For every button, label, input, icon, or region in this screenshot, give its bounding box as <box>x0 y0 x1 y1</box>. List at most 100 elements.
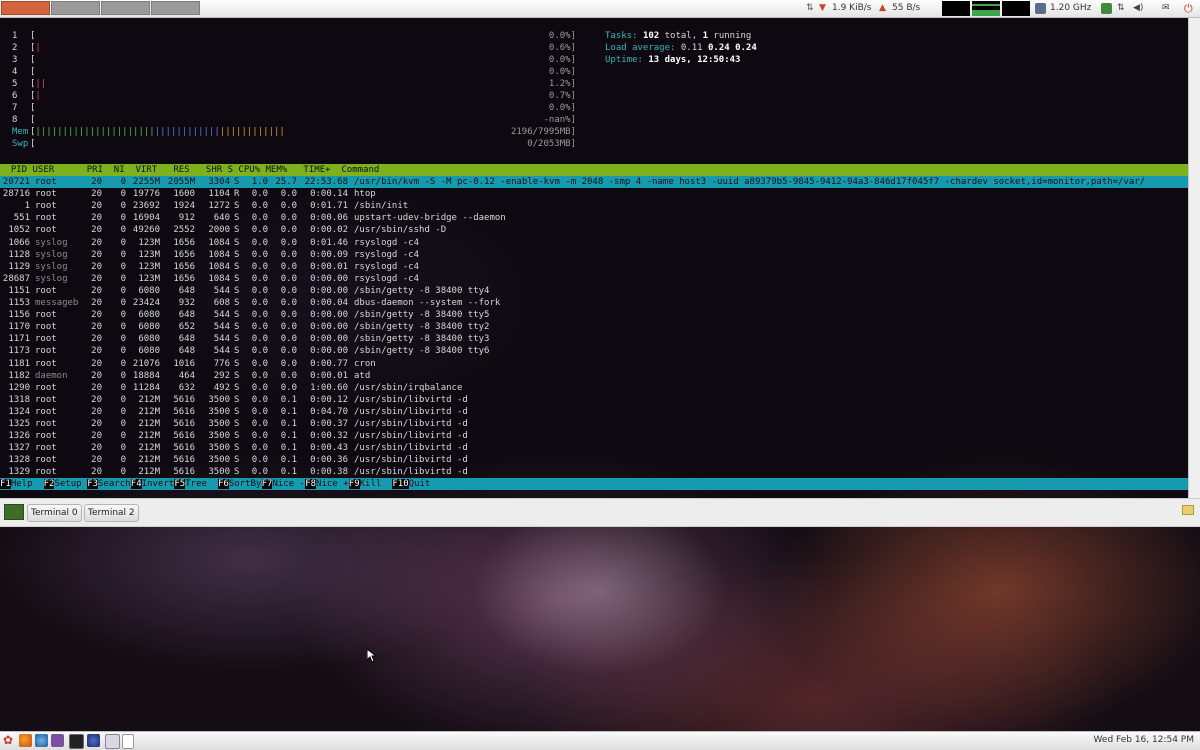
tab-terminal-2[interactable]: Terminal 2 <box>84 504 139 522</box>
process-res: 2552 <box>173 225 195 236</box>
process-s: S <box>234 455 240 466</box>
fkey-f4[interactable]: F4Invert <box>130 478 174 490</box>
fkey-f3[interactable]: F3Search <box>87 478 131 490</box>
fkey-f10[interactable]: F10Quit <box>392 478 430 490</box>
power-icon[interactable]: ⏻ <box>1184 2 1193 15</box>
process-virt: 6080 <box>138 346 160 357</box>
cpu-value: 0.0%] <box>548 55 576 65</box>
workspace-4[interactable] <box>151 1 200 15</box>
cpu-meter-7: 7 [0.0%] <box>0 102 578 114</box>
cpu-freq-value[interactable]: 1.20 GHz <box>1050 2 1091 15</box>
cpu-label: 4 <box>12 67 18 77</box>
firefox-icon[interactable] <box>19 734 32 747</box>
update-icon[interactable] <box>1101 3 1112 14</box>
process-row[interactable]: 1128 syslog 20 0 123M 1656 1084 S 0.0 0.0 0:00.09 r… <box>0 249 1188 261</box>
process-s: S <box>234 201 240 212</box>
process-row[interactable]: 1153 messageb 20 0 23424 932 608 S 0.0 0.0 0:00.04… <box>0 297 1188 309</box>
workspace-2[interactable] <box>51 1 100 15</box>
process-pid: 1173 <box>8 346 30 357</box>
folder-icon[interactable] <box>1182 505 1194 515</box>
process-row[interactable]: 1156 root 20 0 6080 648 544 S 0.0 0.0 0:00.00/sbin… <box>0 309 1188 321</box>
process-virt: 16904 <box>132 213 160 224</box>
process-virt: 19776 <box>132 189 160 200</box>
process-user: root <box>35 177 57 187</box>
process-s: S <box>234 443 240 454</box>
process-row[interactable]: 551 root 20 0 16904 912 640 S 0.0 0.0 0:00.06 upsta… <box>0 212 1188 224</box>
process-row[interactable]: 1052 root 20 0 49260 2552 2000 S 0.0 0.0 0:00.02/u… <box>0 224 1188 236</box>
workspace-1[interactable] <box>1 1 50 15</box>
process-cmd: /usr/bin/kvm -S -M pc-0.12 -enable-kvm -… <box>354 177 1146 187</box>
process-s: S <box>234 310 240 321</box>
process-virt: 123M <box>138 273 160 284</box>
volume-icon[interactable]: ◀) <box>1133 2 1143 15</box>
show-desktop-icon[interactable] <box>122 734 134 749</box>
terminal-launcher-icon[interactable] <box>69 734 84 749</box>
net-monitor-graph[interactable] <box>1002 1 1030 16</box>
terminal-scrollbar[interactable] <box>1188 18 1200 498</box>
fkey-f7[interactable]: F7Nice - <box>261 478 305 490</box>
mem-monitor-graph[interactable] <box>972 1 1000 16</box>
process-row[interactable]: 1173 root 20 0 6080 648 544 S 0.0 0.0 0:00.00/sbin… <box>0 345 1188 357</box>
process-virt: 123M <box>138 237 160 248</box>
process-s: S <box>234 273 240 284</box>
mail-icon[interactable]: ✉ <box>1162 2 1170 15</box>
media-icon[interactable] <box>51 734 64 747</box>
cpu-freq-icon[interactable] <box>1035 3 1046 14</box>
process-row[interactable]: 1318 root 20 0 212M 5616 3500 S 0.0 0.1 0:00.12/us… <box>0 394 1188 406</box>
process-pid: 1153 <box>8 298 30 308</box>
process-table-header[interactable]: PID USER PRI NI VIRT RES SHR S CPU% MEM%… <box>0 164 1188 176</box>
process-pri: 20 <box>91 334 102 345</box>
process-pri: 20 <box>91 406 102 417</box>
terminal-menu-icon[interactable] <box>4 504 24 520</box>
fkey-f6[interactable]: F6SortBy <box>218 478 261 490</box>
process-row[interactable]: 1325 root 20 0 212M 5616 3500 S 0.0 0.1 0:00.37/us… <box>0 418 1188 430</box>
process-row[interactable]: 20721 root 20 0 2255M 2055M 3304 S 1.0 25.7 22:53.… <box>0 176 1188 188</box>
tab-terminal-0[interactable]: Terminal 0 <box>27 504 82 522</box>
main-menu-icon[interactable]: ✿ <box>3 734 16 747</box>
process-cmd: /sbin/getty -8 38400 tty3 <box>354 334 490 345</box>
process-row[interactable]: 28716 root 20 0 19776 1600 1104 R 0.0 0.0 0:00.14 h… <box>0 188 1188 200</box>
process-row[interactable]: 1182 daemon 20 0 18884 464 292 S 0.0 0.0 0:00.01 at… <box>0 370 1188 382</box>
fkey-label: Setup <box>54 479 87 489</box>
process-ni: 0 <box>120 189 126 200</box>
fkey-f1[interactable]: F1Help <box>0 478 43 490</box>
browser-icon[interactable] <box>87 734 100 747</box>
process-cmd: /sbin/init <box>354 201 409 212</box>
process-row[interactable]: 1181 root 20 0 21076 1016 776 S 0.0 0.0 0:00.77 cro… <box>0 358 1188 370</box>
process-row[interactable]: 1326 root 20 0 212M 5616 3500 S 0.0 0.1 0:00.32/us… <box>0 430 1188 442</box>
process-row[interactable]: 1324 root 20 0 212M 5616 3500 S 0.0 0.1 0:04.70/us… <box>0 406 1188 418</box>
process-s: S <box>234 225 240 236</box>
process-row[interactable]: 1327 root 20 0 212M 5616 3500 S 0.0 0.1 0:00.43/us… <box>0 442 1188 454</box>
process-s: S <box>234 213 240 224</box>
cpu-meter-5: 5 [|| 1.2%] <box>0 78 578 90</box>
process-row[interactable]: 1066 syslog 20 0 123M 1656 1084 S 0.0 0.0 0:01.46 r… <box>0 237 1188 249</box>
process-row[interactable]: 1129 syslog 20 0 123M 1656 1084 S 0.0 0.0 0:00.01 r… <box>0 261 1188 273</box>
workspace-3[interactable] <box>101 1 150 15</box>
htop-terminal[interactable]: 1 [0.0%] 2 [| 0.6%] 3 [0.0%] 4 [0.0%] 5 [|| 1.2%] 6 [… <box>0 18 1188 498</box>
process-row[interactable]: 28687 syslog 20 0 123M 1656 1084 S 0.0 0.0 0:00.00… <box>0 273 1188 285</box>
thunderbird-icon[interactable] <box>35 734 48 747</box>
process-row[interactable]: 1328 root 20 0 212M 5616 3500 S 0.0 0.1 0:00.36/us… <box>0 454 1188 466</box>
network-icon[interactable]: ⇅ <box>1117 2 1125 15</box>
fkey-f8[interactable]: F8Nice + <box>305 478 349 490</box>
process-row[interactable]: 1 root 20 0 23692 1924 1272 S 0.0 0.0 0:01.71/sbin… <box>0 200 1188 212</box>
process-cmd: /usr/sbin/libvirtd -d <box>354 394 468 405</box>
process-mem: 0.0 <box>280 322 297 333</box>
process-row[interactable]: 1329 root 20 0 212M 5616 3500 S 0.0 0.1 0:00.38/us… <box>0 466 1188 478</box>
clock[interactable]: Wed Feb 16, 12:54 PM <box>1094 735 1194 745</box>
process-row[interactable]: 1171 root 20 0 6080 648 544 S 0.0 0.0 0:00.00/sbin… <box>0 333 1188 345</box>
process-row[interactable]: 1170 root 20 0 6080 652 544 S 0.0 0.0 0:00.00/sbin… <box>0 321 1188 333</box>
process-res: 5616 <box>173 467 195 478</box>
process-cmd: dbus-daemon --system --fork <box>354 298 501 308</box>
cpu-monitor-graph[interactable] <box>942 1 970 16</box>
fkey-f5[interactable]: F5Tree <box>174 478 217 490</box>
process-res: 1656 <box>173 273 195 284</box>
load-average-line: Load average: 0.11 0.24 0.24 <box>605 43 757 53</box>
process-cpu: 0.0 <box>251 261 268 272</box>
fkey-key: F2 <box>43 479 55 489</box>
fkey-f9[interactable]: F9Kill <box>348 478 392 490</box>
editor-icon[interactable] <box>105 734 120 749</box>
process-row[interactable]: 1290 root 20 0 11284 632 492 S 0.0 0.0 1:00.60/usr… <box>0 382 1188 394</box>
process-row[interactable]: 1151 root 20 0 6080 648 544 S 0.0 0.0 0:00.00/sbin… <box>0 285 1188 297</box>
fkey-f2[interactable]: F2Setup <box>43 478 87 490</box>
